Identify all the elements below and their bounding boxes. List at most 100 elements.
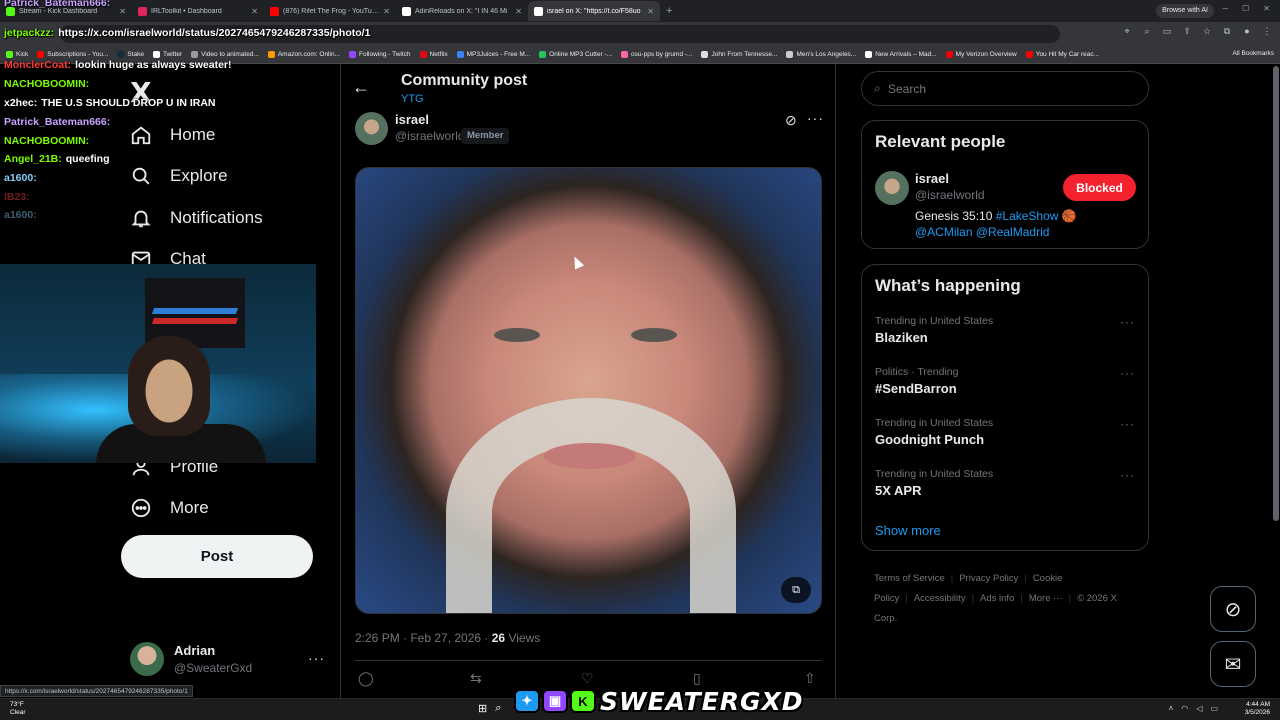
bookmark-item[interactable]: Online MP3 Cutter -... [539,51,612,58]
trend-item[interactable]: Politics · Trending #SendBarron ··· [875,366,1137,406]
trend-more-icon[interactable]: ··· [1120,468,1135,482]
profile-icon[interactable]: ● [1242,26,1252,37]
weather-widget[interactable]: 73°F Clear [10,701,26,717]
author-avatar[interactable] [355,112,388,145]
bookmark-item[interactable]: Video to animated... [191,51,259,58]
streamer-face [128,336,210,436]
chevron-up-icon[interactable]: ˄ [1169,704,1174,713]
tab-label: IRLToolkit • Dashboard [151,7,222,15]
relevant-handle[interactable]: @israelworld [915,188,985,202]
back-arrow-icon[interactable]: ← [352,77,370,98]
blocked-button[interactable]: Blocked [1063,174,1136,201]
bookmark-item[interactable]: Netflix [419,51,448,58]
close-tab-icon[interactable]: ✕ [251,7,258,16]
volume-icon[interactable]: ◁ [1196,704,1202,713]
browser-tab[interactable]: (876) Rifet The Frog - YouTube ✕ [264,1,396,21]
footer-link[interactable]: Ads info [980,593,1014,604]
minimize-icon[interactable]: ─ [1222,4,1228,13]
bookmark-item[interactable]: You Hit My Car reac... [1025,51,1099,58]
repost-icon[interactable]: ⇆ [470,670,482,687]
messages-fab-icon[interactable]: ✉ [1210,641,1256,687]
trend-more-icon[interactable]: ··· [1120,366,1135,380]
clock[interactable]: 4:44 AM 3/5/2026 [1245,701,1270,717]
chat-username: NACHOBOOMIN: [4,135,90,147]
bookmark-item[interactable]: MP3Juices - Free M... [456,51,530,58]
bookmark-item[interactable]: Twitter [152,51,182,58]
reply-icon[interactable]: ◯ [358,670,374,687]
browser-tab[interactable]: Stream - Kick Dashboard ✕ [0,1,132,21]
bookmark-item[interactable]: New Arrivals – Mad... [865,51,937,58]
start-icon[interactable]: ⊞ [478,702,487,715]
extensions-icon[interactable]: ⧉ [1222,26,1232,37]
menu-icon[interactable]: ⋮ [1262,26,1272,37]
bookmark-star-icon[interactable]: ☆ [1202,26,1212,37]
bookmark-item[interactable]: Following - Twitch [348,51,411,58]
trend-item[interactable]: Trending in United States Goodnight Punch… [875,417,1137,457]
bookmark-icon[interactable]: ▯ [693,670,701,687]
all-bookmarks[interactable]: All Bookmarks [1232,50,1274,57]
post-button[interactable]: Post [121,535,313,578]
bookmark-item[interactable]: Kick [6,51,28,58]
bookmark-item[interactable]: Subscriptions - You... [37,51,108,58]
x-logo[interactable]: X [130,76,152,109]
post-photo[interactable]: ⧉ [355,167,822,614]
trend-item[interactable]: Trending in United States 5X APR ··· [875,468,1137,508]
author-handle[interactable]: @israelworld [395,129,465,143]
post-more-icon[interactable]: ··· [807,110,824,126]
bookmark-item[interactable]: Men's Los Angeles... [786,51,856,58]
author-name[interactable]: israel [395,112,429,127]
close-window-icon[interactable]: ✕ [1263,4,1270,13]
close-tab-icon[interactable]: ✕ [515,7,522,16]
relevant-name[interactable]: israel [915,171,949,186]
bio-mentions-link[interactable]: @ACMilan @RealMadrid [915,225,1049,239]
share-icon[interactable]: ⇪ [1182,26,1192,37]
post-timestamp[interactable]: 2:26 PM · Feb 27, 2026 · [355,631,492,645]
like-icon[interactable]: ♡ [581,670,594,687]
account-switcher[interactable]: Adrian @SweaterGxd ··· [130,640,330,680]
image-edit-icon[interactable]: ⧉ [781,577,811,603]
grok-icon[interactable]: ⊘ [785,112,797,129]
wifi-icon[interactable]: ◠ [1181,704,1188,713]
grok-fab-icon[interactable]: ⊘ [1210,586,1256,632]
nav-explore[interactable]: Explore [130,165,228,187]
new-tab-button[interactable]: + [660,5,678,17]
maximize-icon[interactable]: ☐ [1242,4,1249,13]
browser-tab[interactable]: israel on X: "https://t.co/F58uo ✕ [528,1,660,21]
browser-tab[interactable]: AdinReloads on X: "I IN 46 Mi ✕ [396,1,528,21]
browse-with-ai-button[interactable]: Browse with AI [1156,4,1214,18]
footer-link[interactable]: More ··· [1029,593,1063,604]
bookmark-item[interactable]: Amazon.com: Onlin... [267,51,340,58]
more-dots-icon[interactable]: ··· [308,650,325,666]
community-link[interactable]: YTG [401,93,424,105]
nav-home[interactable]: Home [130,124,215,146]
trend-name: 5X APR [875,483,922,498]
search-icon[interactable]: ⌕ [495,702,501,715]
footer-link[interactable]: Privacy Policy [959,573,1018,584]
trend-more-icon[interactable]: ··· [1120,315,1135,329]
battery-icon[interactable]: ▭ [1210,704,1218,713]
zoom-icon[interactable]: ⌕ [1142,26,1152,37]
show-more-link[interactable]: Show more [875,523,941,538]
avatar[interactable] [875,171,909,205]
footer-link[interactable]: Accessibility [914,593,966,604]
close-tab-icon[interactable]: ✕ [647,7,654,16]
bookmark-item[interactable]: Stake [117,51,144,58]
trend-item[interactable]: Trending in United States Blaziken ··· [875,315,1137,355]
location-icon[interactable]: ⌖ [1122,26,1132,37]
share-icon[interactable]: ⇧ [804,670,816,687]
url-field[interactable] [60,25,1060,43]
footer-link[interactable]: Terms of Service [874,573,945,584]
scrollbar[interactable] [1273,66,1279,521]
cast-icon[interactable]: ▭ [1162,26,1172,37]
nav-notifications[interactable]: Notifications [130,207,263,229]
trend-more-icon[interactable]: ··· [1120,417,1135,431]
close-tab-icon[interactable]: ✕ [383,7,390,16]
close-tab-icon[interactable]: ✕ [119,7,126,16]
search-input[interactable]: ⌕ Search [861,71,1149,106]
bookmark-item[interactable]: My Verizon Overview [945,51,1017,58]
bookmark-item[interactable]: John From Tennesse... [701,51,777,58]
bookmark-item[interactable]: osu-pps by grumd -... [621,51,692,58]
bio-hashtag-link[interactable]: #LakeShow [996,209,1059,223]
nav-more[interactable]: More [130,497,209,519]
browser-tab[interactable]: IRLToolkit • Dashboard ✕ [132,1,264,21]
